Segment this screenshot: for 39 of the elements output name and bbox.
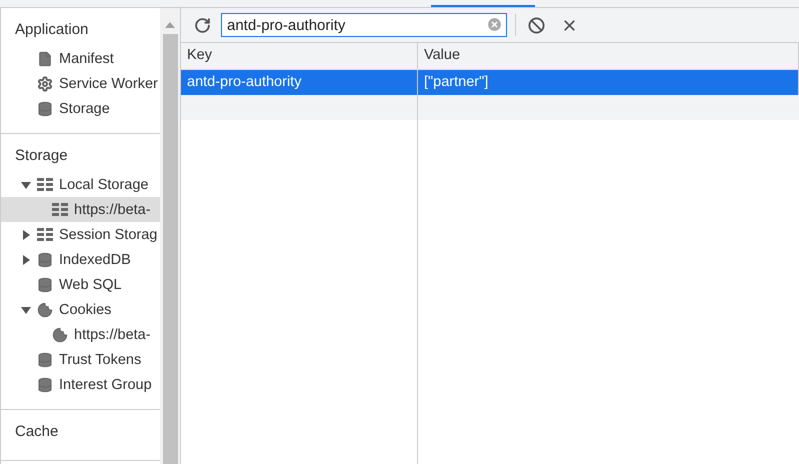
scrollbar-thumb[interactable] (162, 34, 178, 464)
cookie-icon (52, 326, 68, 342)
tree-item[interactable]: Storage (1, 96, 160, 121)
refresh-button[interactable] (194, 16, 211, 34)
tree-item[interactable]: https://beta- (1, 197, 160, 222)
tree-item[interactable]: IndexedDB (1, 247, 160, 272)
database-icon (37, 376, 53, 392)
database-icon (37, 100, 53, 116)
tree-item[interactable]: Service Worker (1, 71, 160, 96)
collapsed-arrow-icon[interactable] (21, 230, 31, 240)
tree-item[interactable]: Cookies (1, 297, 160, 322)
column-header[interactable]: Key (181, 43, 418, 69)
grid-icon (52, 202, 68, 216)
expanded-arrow-icon[interactable] (21, 304, 31, 314)
tree-item[interactable]: Trust Tokens (1, 347, 160, 372)
tree-item[interactable]: Manifest (1, 46, 160, 71)
column-header[interactable]: Value (418, 43, 799, 69)
gear-icon (37, 76, 53, 92)
tree-item[interactable]: Local Storage (1, 172, 160, 197)
database-icon (37, 252, 53, 268)
tree-item[interactable]: Web SQL (1, 272, 160, 297)
filter-field[interactable]: antd-pro-authority (221, 13, 507, 37)
section-heading: Storage (14, 146, 69, 166)
section-heading: Cache (14, 422, 60, 442)
table-row[interactable]: antd-pro-authority ["partner"] (181, 70, 799, 95)
cookie-icon (37, 302, 53, 318)
section-heading: Application (14, 20, 90, 40)
file-icon (37, 50, 53, 66)
collapsed-arrow-icon[interactable] (21, 254, 31, 264)
database-icon (37, 276, 53, 292)
grid-icon (37, 178, 53, 192)
block-button[interactable] (528, 16, 545, 34)
database-icon (37, 352, 53, 368)
tree-item[interactable]: Interest Group (1, 372, 160, 397)
expanded-arrow-icon[interactable] (21, 180, 31, 190)
grid-icon (37, 228, 53, 242)
tree-item[interactable]: https://beta- (1, 322, 160, 347)
scrollbar-track[interactable] (160, 8, 181, 464)
tree-item[interactable]: Session Storag (1, 222, 160, 247)
